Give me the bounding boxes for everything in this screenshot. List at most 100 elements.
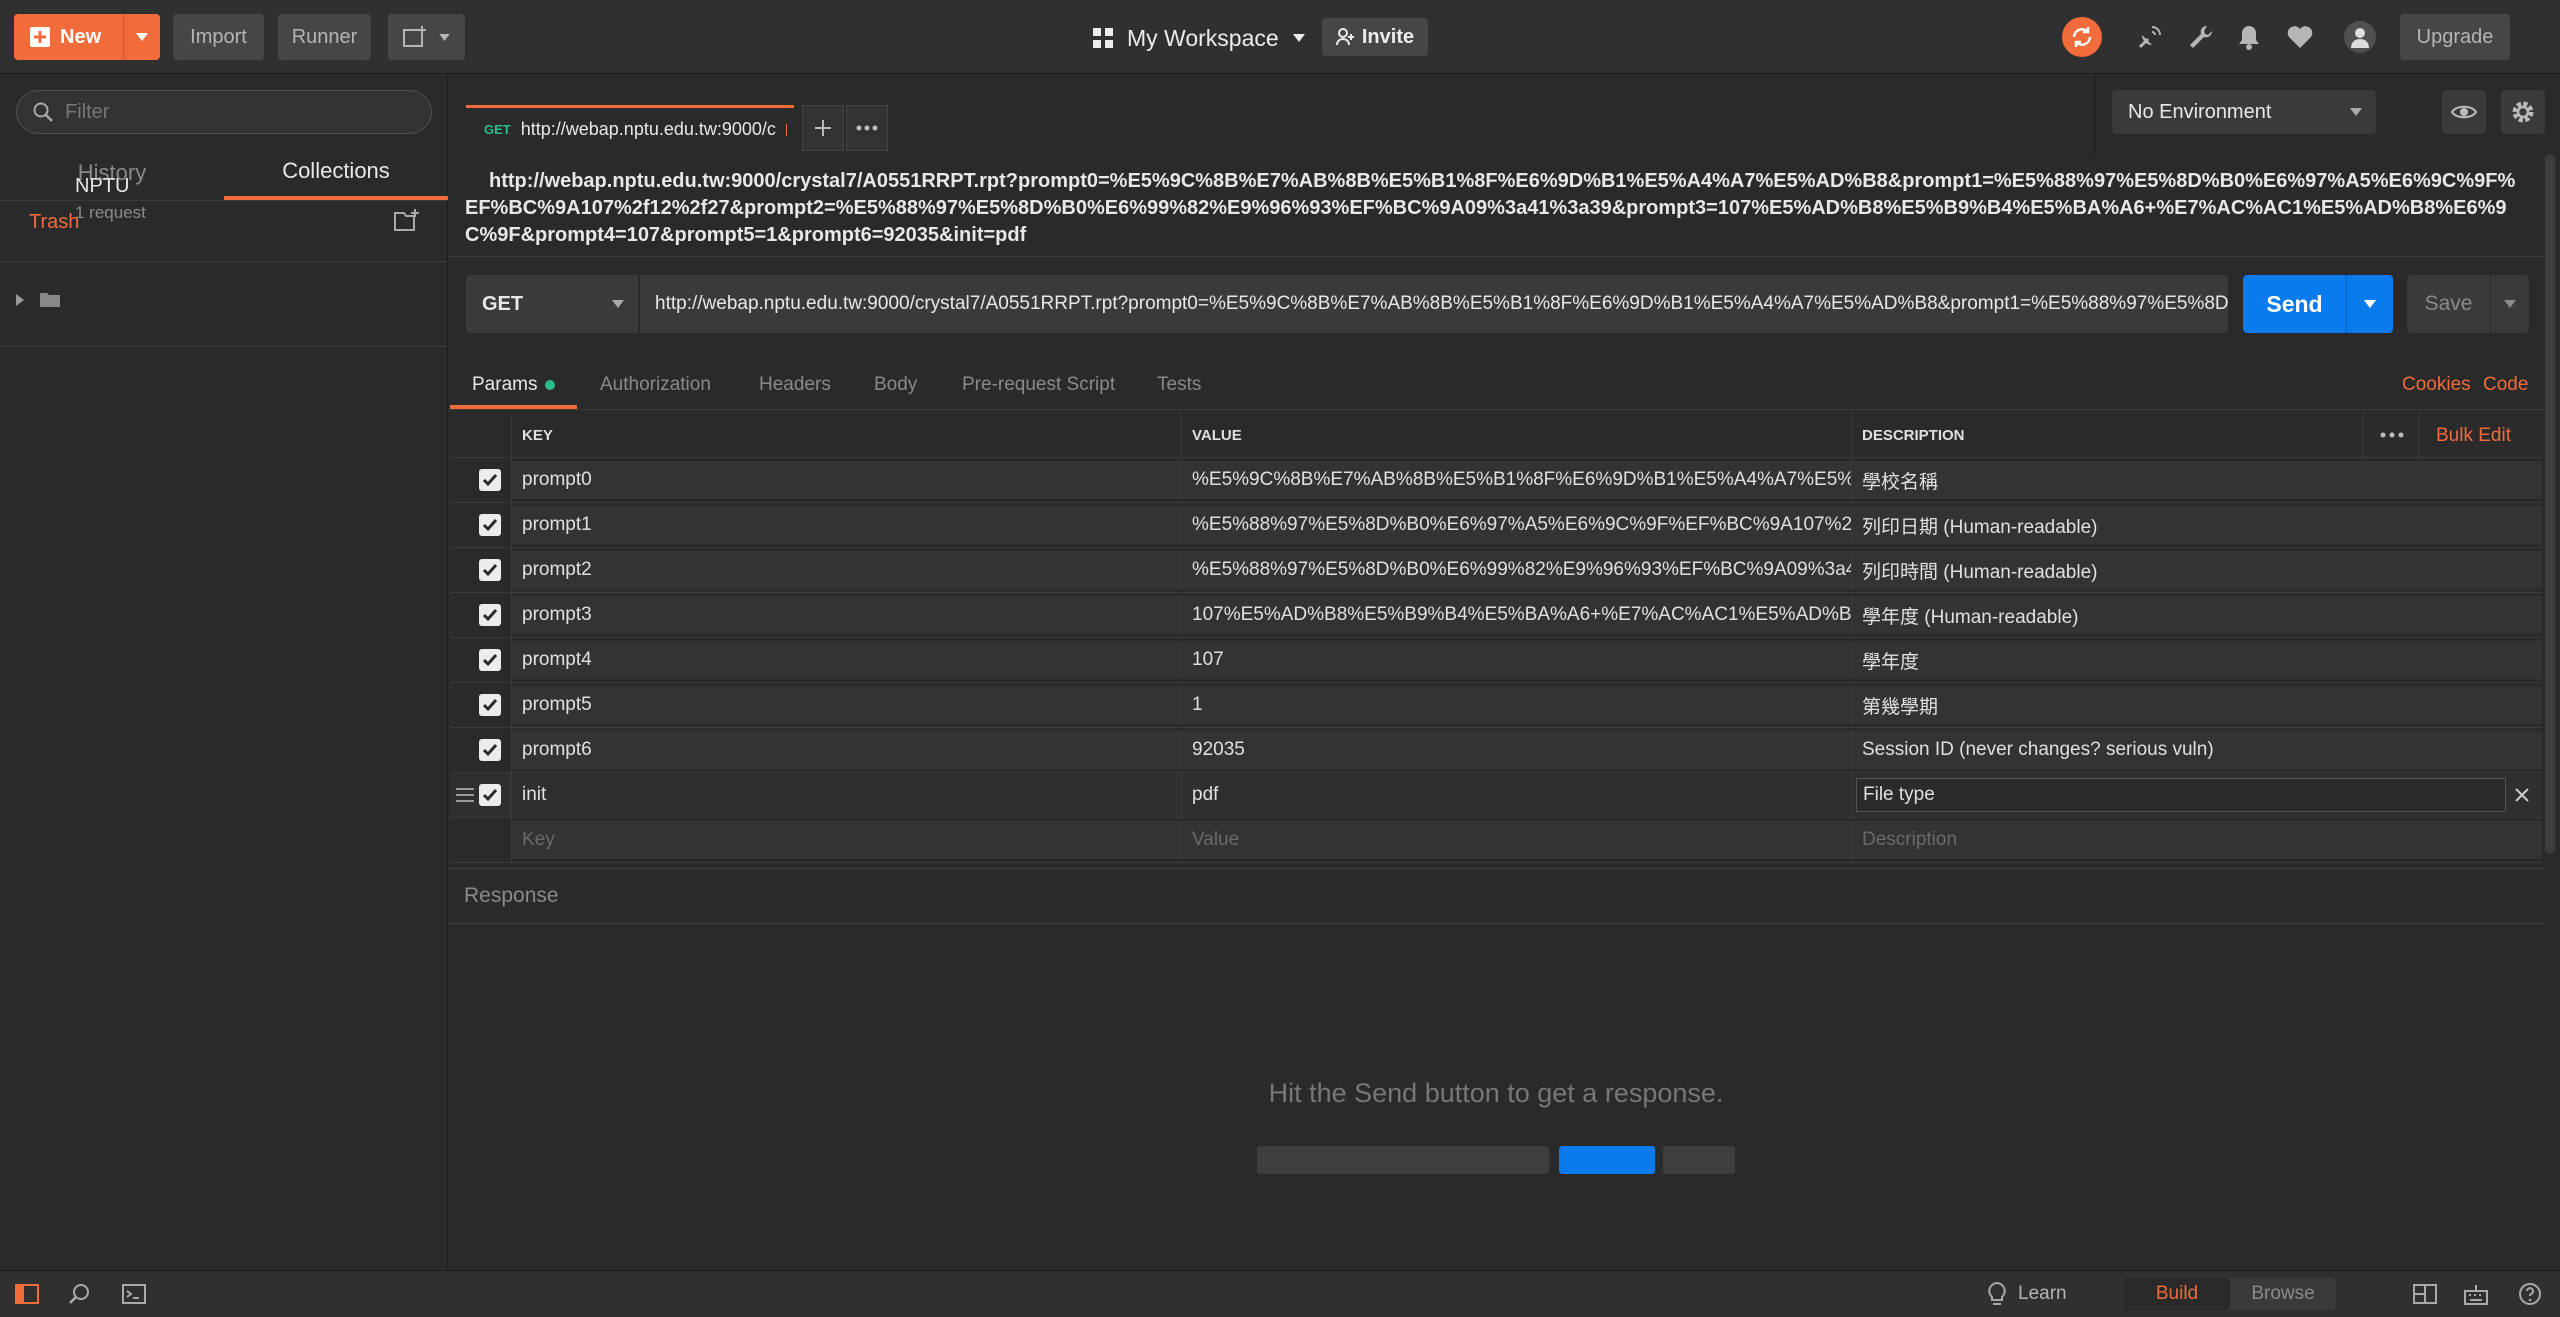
tab-collections[interactable]: Collections: [224, 145, 448, 200]
param-row[interactable]: prompt2 %E5%88%97%E5%8D%B0%E6%99%82%E9%9…: [450, 548, 2542, 593]
console-button[interactable]: [121, 1281, 147, 1307]
param-checkbox[interactable]: [479, 649, 501, 671]
param-value[interactable]: %E5%88%97%E5%8D%B0%E6%99%82%E9%96%93%EF%…: [1182, 551, 1852, 589]
param-value[interactable]: pdf: [1182, 773, 1852, 817]
param-row[interactable]: prompt1 %E5%88%97%E5%8D%B0%E6%97%A5%E6%9…: [450, 503, 2542, 548]
param-checkbox[interactable]: [479, 784, 501, 806]
learn-link[interactable]: Learn: [1988, 1282, 2067, 1306]
environment-select[interactable]: No Environment: [2112, 90, 2376, 134]
param-description[interactable]: 列印日期 (Human-readable): [1852, 506, 2542, 544]
tab-body[interactable]: Body: [874, 374, 917, 396]
interceptor-button[interactable]: [2135, 22, 2165, 52]
tab-headers[interactable]: Headers: [759, 374, 831, 396]
param-key[interactable]: prompt4: [512, 641, 1182, 679]
method-select[interactable]: GET: [466, 275, 638, 333]
ellipsis-icon[interactable]: [2380, 432, 2404, 438]
favorites-button[interactable]: [2285, 22, 2315, 52]
param-row-new[interactable]: Key Value Description: [450, 818, 2542, 863]
save-options-caret[interactable]: [2491, 275, 2529, 333]
param-row[interactable]: prompt3 107%E5%AD%B8%E5%B9%B4%E5%BA%A6+%…: [450, 593, 2542, 638]
param-key[interactable]: prompt2: [512, 551, 1182, 589]
browse-button[interactable]: Browse: [2230, 1278, 2336, 1310]
new-collection-button[interactable]: [394, 209, 420, 233]
param-checkbox[interactable]: [479, 514, 501, 536]
trash-link[interactable]: Trash: [29, 211, 79, 234]
tab-prerequest-script[interactable]: Pre-request Script: [962, 374, 1115, 396]
vertical-scrollbar[interactable]: [2545, 154, 2555, 854]
param-value[interactable]: 107: [1182, 641, 1852, 679]
sync-status-button[interactable]: [2062, 17, 2102, 57]
bulk-edit-link[interactable]: Bulk Edit: [2436, 425, 2511, 447]
param-value[interactable]: %E5%9C%8B%E7%AB%8B%E5%B1%8F%E6%9D%B1%E5%…: [1182, 461, 1852, 499]
param-key[interactable]: prompt1: [512, 506, 1182, 544]
notifications-button[interactable]: [2234, 22, 2264, 52]
new-param-value[interactable]: Value: [1182, 821, 1852, 859]
tab-tests[interactable]: Tests: [1157, 374, 1201, 396]
new-button[interactable]: New: [14, 14, 160, 60]
tab-options-button[interactable]: [846, 105, 888, 151]
send-button[interactable]: Send: [2243, 275, 2393, 333]
param-description[interactable]: 學年度: [1852, 641, 2542, 679]
param-row-active[interactable]: init pdf File type: [450, 773, 2542, 818]
add-tab-button[interactable]: [802, 105, 844, 151]
param-checkbox[interactable]: [479, 559, 501, 581]
param-checkbox[interactable]: [479, 604, 501, 626]
new-param-key[interactable]: Key: [512, 821, 1182, 859]
param-key[interactable]: init: [512, 773, 1182, 817]
param-description-input[interactable]: File type: [1856, 778, 2506, 812]
param-checkbox[interactable]: [479, 739, 501, 761]
two-pane-view-button[interactable]: [2412, 1281, 2438, 1307]
environment-quick-look-button[interactable]: [2442, 90, 2486, 134]
param-description[interactable]: 學年度 (Human-readable): [1852, 596, 2542, 634]
settings-button[interactable]: [2186, 22, 2216, 52]
request-tab[interactable]: GET http://webap.nptu.edu.tw:9000/c: [466, 105, 794, 151]
param-value[interactable]: 92035: [1182, 731, 1852, 769]
param-row[interactable]: prompt5 1 第幾學期: [450, 683, 2542, 728]
request-name-title[interactable]: http://webap.nptu.edu.tw:9000/crystal7/A…: [465, 168, 2525, 249]
param-description[interactable]: 第幾學期: [1852, 686, 2542, 724]
drag-handle-icon[interactable]: [456, 788, 474, 802]
tab-authorization[interactable]: Authorization: [600, 374, 711, 396]
save-label[interactable]: Save: [2407, 275, 2491, 333]
param-description[interactable]: Session ID (never changes? serious vuln): [1852, 731, 2542, 769]
param-key[interactable]: prompt3: [512, 596, 1182, 634]
filter-input[interactable]: Filter: [16, 90, 432, 134]
invite-button[interactable]: Invite: [1322, 18, 1428, 56]
param-value[interactable]: 107%E5%AD%B8%E5%B9%B4%E5%BA%A6+%E7%AC%AC…: [1182, 596, 1852, 634]
toggle-sidebar-button[interactable]: [14, 1281, 40, 1307]
runner-button[interactable]: Runner: [278, 14, 371, 60]
manage-environments-button[interactable]: [2501, 90, 2545, 134]
collection-item[interactable]: [0, 261, 448, 347]
save-button[interactable]: Save: [2407, 275, 2529, 333]
find-button[interactable]: [66, 1281, 92, 1307]
help-button[interactable]: [2517, 1281, 2543, 1307]
tab-params[interactable]: Params: [472, 374, 556, 396]
new-window-button[interactable]: [388, 14, 465, 60]
expand-caret-icon[interactable]: [16, 294, 24, 306]
param-row[interactable]: prompt6 92035 Session ID (never changes?…: [450, 728, 2542, 773]
build-button[interactable]: Build: [2124, 1278, 2230, 1310]
param-checkbox[interactable]: [479, 469, 501, 491]
param-value[interactable]: %E5%88%97%E5%8D%B0%E6%97%A5%E6%9C%9F%EF%…: [1182, 506, 1852, 544]
workspace-switcher[interactable]: My Workspace: [1093, 18, 1305, 58]
cookies-link[interactable]: Cookies: [2402, 374, 2471, 396]
param-key[interactable]: prompt5: [512, 686, 1182, 724]
param-checkbox[interactable]: [479, 694, 501, 716]
code-link[interactable]: Code: [2483, 374, 2528, 396]
close-icon[interactable]: [2514, 787, 2530, 803]
new-dropdown-caret[interactable]: [124, 14, 160, 60]
param-description[interactable]: 學校名稱: [1852, 461, 2542, 499]
send-label[interactable]: Send: [2243, 275, 2347, 333]
param-row[interactable]: prompt4 107 學年度: [450, 638, 2542, 683]
param-value[interactable]: 1: [1182, 686, 1852, 724]
avatar[interactable]: [2344, 21, 2376, 53]
param-key[interactable]: prompt6: [512, 731, 1182, 769]
param-description[interactable]: 列印時間 (Human-readable): [1852, 551, 2542, 589]
send-options-caret[interactable]: [2347, 275, 2393, 333]
param-key[interactable]: prompt0: [512, 461, 1182, 499]
new-param-description[interactable]: Description: [1852, 821, 2542, 859]
keyboard-shortcuts-button[interactable]: [2463, 1281, 2489, 1307]
import-button[interactable]: Import: [173, 14, 264, 60]
param-row[interactable]: prompt0 %E5%9C%8B%E7%AB%8B%E5%B1%8F%E6%9…: [450, 458, 2542, 503]
url-input[interactable]: http://webap.nptu.edu.tw:9000/crystal7/A…: [640, 275, 2228, 333]
